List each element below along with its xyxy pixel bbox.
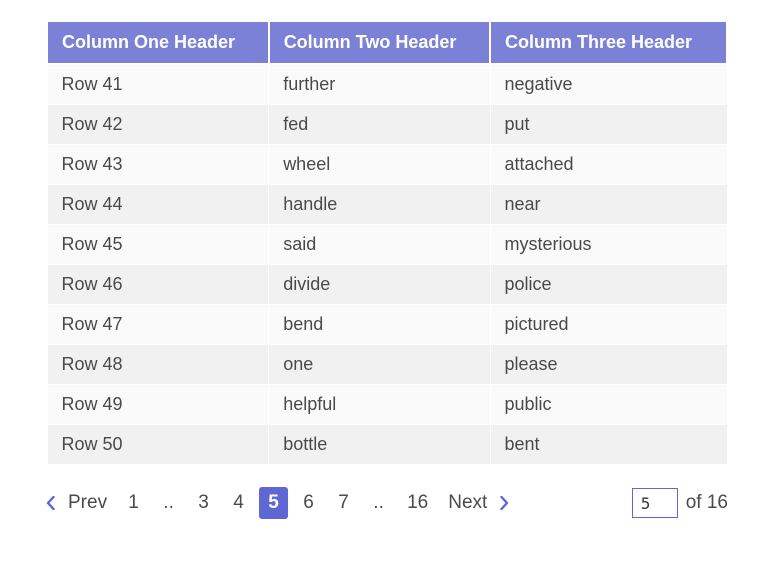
table-row: Row 47bendpictured	[47, 305, 727, 345]
chevron-left-icon[interactable]	[46, 496, 56, 510]
page-button-7[interactable]: 7	[329, 487, 358, 519]
chevron-right-icon[interactable]	[499, 496, 509, 510]
table-row: Row 49helpfulpublic	[47, 385, 727, 425]
table-cell: wheel	[269, 145, 490, 185]
table-cell: Row 46	[47, 265, 269, 305]
page-button-4[interactable]: 4	[224, 487, 253, 519]
data-table: Column One Header Column Two Header Colu…	[46, 20, 728, 465]
table-row: Row 45saidmysterious	[47, 225, 727, 265]
table-pagination-widget: Column One Header Column Two Header Colu…	[46, 20, 728, 519]
table-row: Row 46dividepolice	[47, 265, 727, 305]
table-cell: Row 49	[47, 385, 269, 425]
page-button-1[interactable]: 1	[119, 487, 148, 519]
table-cell: pictured	[490, 305, 727, 345]
table-cell: Row 42	[47, 105, 269, 145]
table-cell: Row 41	[47, 64, 269, 105]
table-cell: public	[490, 385, 727, 425]
prev-button[interactable]: Prev	[62, 492, 113, 514]
pagination-bar: Prev 1..34567..16 Next of 16	[46, 487, 728, 519]
table-cell: bend	[269, 305, 490, 345]
table-row: Row 43wheelattached	[47, 145, 727, 185]
table-cell: put	[490, 105, 727, 145]
pagination-ellipsis: ..	[154, 487, 183, 519]
table-row: Row 42fedput	[47, 105, 727, 145]
table-cell: Row 47	[47, 305, 269, 345]
column-header-1[interactable]: Column One Header	[47, 21, 269, 64]
page-button-16[interactable]: 16	[399, 487, 436, 519]
table-row: Row 48oneplease	[47, 345, 727, 385]
table-cell: negative	[490, 64, 727, 105]
table-cell: bottle	[269, 425, 490, 465]
page-jump-total-label: of 16	[686, 492, 728, 514]
table-cell: Row 50	[47, 425, 269, 465]
pagination-ellipsis: ..	[364, 487, 393, 519]
column-header-3[interactable]: Column Three Header	[490, 21, 727, 64]
page-button-5[interactable]: 5	[259, 487, 288, 519]
table-cell: mysterious	[490, 225, 727, 265]
page-jump-input[interactable]	[632, 488, 678, 518]
table-row: Row 41furthernegative	[47, 64, 727, 105]
table-cell: divide	[269, 265, 490, 305]
table-cell: further	[269, 64, 490, 105]
page-button-6[interactable]: 6	[294, 487, 323, 519]
table-cell: Row 43	[47, 145, 269, 185]
next-button[interactable]: Next	[442, 492, 493, 514]
table-cell: Row 44	[47, 185, 269, 225]
table-cell: near	[490, 185, 727, 225]
table-cell: helpful	[269, 385, 490, 425]
table-cell: please	[490, 345, 727, 385]
table-row: Row 44handlenear	[47, 185, 727, 225]
table-cell: Row 48	[47, 345, 269, 385]
page-jump: of 16	[632, 488, 728, 518]
table-cell: bent	[490, 425, 727, 465]
column-header-2[interactable]: Column Two Header	[269, 21, 490, 64]
table-row: Row 50bottlebent	[47, 425, 727, 465]
table-cell: Row 45	[47, 225, 269, 265]
table-cell: fed	[269, 105, 490, 145]
table-body: Row 41furthernegativeRow 42fedputRow 43w…	[47, 64, 727, 465]
table-cell: handle	[269, 185, 490, 225]
table-cell: said	[269, 225, 490, 265]
pagination-controls: Prev 1..34567..16 Next	[46, 487, 509, 519]
table-head: Column One Header Column Two Header Colu…	[47, 21, 727, 64]
table-cell: one	[269, 345, 490, 385]
table-cell: police	[490, 265, 727, 305]
page-button-3[interactable]: 3	[189, 487, 218, 519]
table-cell: attached	[490, 145, 727, 185]
